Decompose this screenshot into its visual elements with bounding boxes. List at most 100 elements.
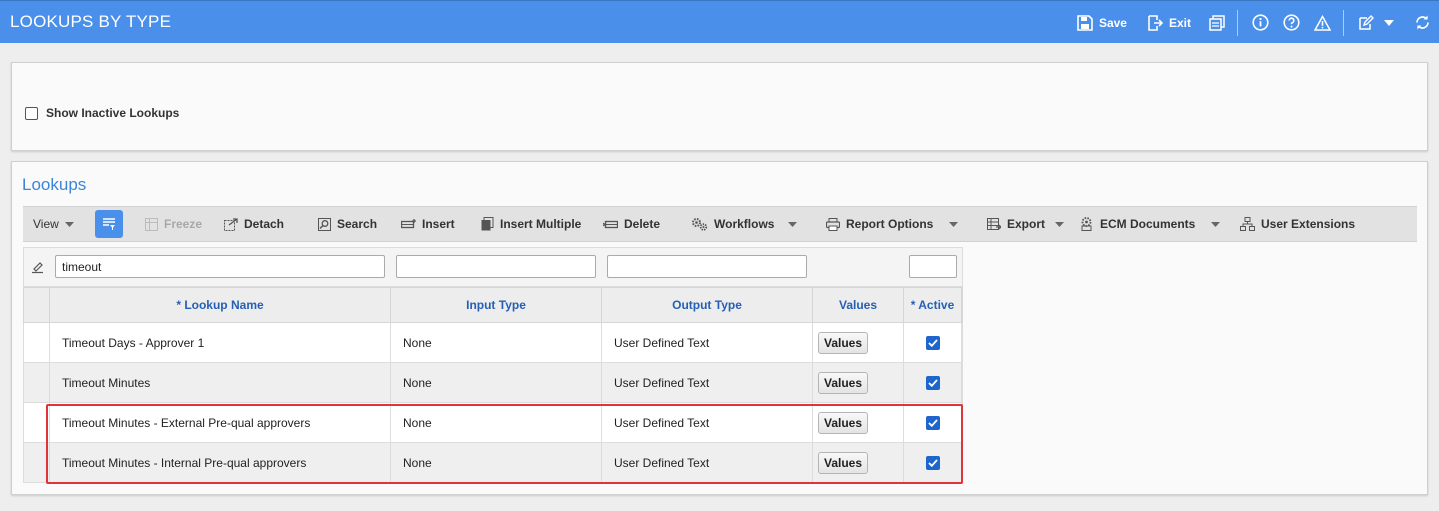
eraser-icon[interactable] — [31, 262, 44, 274]
checkmark-icon — [927, 458, 938, 467]
toolbar-divider — [1343, 9, 1344, 36]
active-cell — [903, 363, 962, 402]
output-type-filter-input[interactable] — [607, 255, 807, 278]
active-checkbox[interactable] — [925, 415, 940, 430]
table-row[interactable]: Timeout Minutes - External Pre-qual appr… — [23, 403, 963, 443]
checkmark-icon — [927, 378, 938, 387]
delete-row-icon — [603, 220, 618, 228]
values-button[interactable]: Values — [818, 411, 869, 434]
edit-icon[interactable] — [1358, 14, 1374, 31]
detach-icon — [224, 217, 238, 231]
warning-icon[interactable] — [1314, 14, 1331, 31]
user-extensions-button[interactable]: User Extensions — [1240, 207, 1355, 241]
active-cell — [903, 323, 962, 362]
lookup-name-filter-input[interactable] — [55, 255, 385, 278]
output-type-column-header[interactable]: Output Type — [601, 288, 812, 322]
info-icon[interactable] — [1252, 14, 1269, 31]
table-row[interactable]: Timeout Minutes - Internal Pre-qual appr… — [23, 443, 963, 483]
freeze-icon — [145, 217, 158, 231]
output-type-cell[interactable]: User Defined Text — [601, 323, 812, 362]
ecm-documents-icon — [1081, 217, 1092, 231]
insert-multiple-label: Insert Multiple — [500, 217, 582, 231]
lookup-name-cell[interactable]: Timeout Minutes - Internal Pre-qual appr… — [49, 443, 390, 482]
search-icon — [318, 217, 331, 231]
view-label: View — [33, 217, 59, 231]
floppy-disk-icon — [1077, 14, 1093, 31]
chevron-down-icon — [1055, 221, 1065, 227]
active-checkbox[interactable] — [925, 375, 940, 390]
chevron-down-icon — [64, 221, 74, 227]
values-button[interactable]: Values — [818, 371, 869, 394]
insert-label: Insert — [422, 217, 455, 231]
values-button[interactable]: Values — [818, 451, 869, 474]
input-type-filter-input[interactable] — [396, 255, 596, 278]
values-cell: Values — [812, 403, 903, 442]
active-checkbox[interactable] — [925, 335, 940, 350]
lookup-name-cell[interactable]: Timeout Days - Approver 1 — [49, 323, 390, 362]
grid-toolbar: View Freeze Detach Search Insert Insert … — [23, 206, 1417, 242]
copy-icon[interactable] — [1209, 14, 1225, 31]
values-button[interactable]: Values — [818, 331, 869, 354]
detach-button[interactable]: Detach — [224, 207, 284, 241]
view-menu[interactable]: View — [33, 207, 80, 241]
title-bar: LOOKUPS BY TYPE Save Exit — [0, 0, 1439, 43]
user-extensions-label: User Extensions — [1261, 217, 1356, 231]
filter-row — [23, 247, 963, 287]
active-column-header[interactable]: * Active — [903, 288, 962, 322]
output-type-cell[interactable]: User Defined Text — [601, 403, 812, 442]
insert-button[interactable]: Insert — [401, 207, 455, 241]
freeze-button[interactable]: Freeze — [145, 207, 202, 241]
refresh-icon[interactable] — [1414, 14, 1431, 31]
detach-label: Detach — [244, 217, 285, 231]
lookup-name-cell[interactable]: Timeout Minutes — [49, 363, 390, 402]
save-button[interactable]: Save — [1077, 14, 1127, 31]
values-column-header[interactable]: Values — [812, 288, 903, 322]
lookup-name-cell[interactable]: Timeout Minutes - External Pre-qual appr… — [49, 403, 390, 442]
checkbox-box[interactable] — [25, 106, 38, 120]
exit-icon — [1148, 14, 1163, 31]
input-type-cell[interactable]: None — [390, 323, 601, 362]
insert-multiple-button[interactable]: Insert Multiple — [481, 207, 581, 241]
freeze-label: Freeze — [164, 217, 203, 231]
input-type-cell[interactable]: None — [390, 443, 601, 482]
lookups-title: Lookups — [22, 175, 87, 194]
chevron-down-icon — [788, 221, 798, 227]
input-type-cell[interactable]: None — [390, 363, 601, 402]
show-inactive-lookups-checkbox[interactable]: Show Inactive Lookups — [25, 106, 179, 120]
active-filter-input[interactable] — [909, 255, 957, 278]
output-type-cell[interactable]: User Defined Text — [601, 443, 812, 482]
input-type-column-header[interactable]: Input Type — [390, 288, 601, 322]
search-button[interactable]: Search — [318, 207, 377, 241]
show-inactive-lookups-label: Show Inactive Lookups — [46, 106, 180, 120]
workflows-label: Workflows — [714, 217, 775, 231]
checkmark-icon — [927, 338, 938, 347]
hierarchy-icon — [1240, 217, 1255, 231]
ecm-documents-menu[interactable]: ECM Documents — [1079, 207, 1226, 241]
save-label: Save — [1098, 15, 1127, 30]
delete-button[interactable]: Delete — [603, 207, 660, 241]
search-label: Search — [337, 217, 378, 231]
report-options-menu[interactable]: Report Options — [826, 207, 964, 241]
exit-label: Exit — [1168, 15, 1191, 30]
insert-row-icon — [401, 218, 416, 228]
page-title: LOOKUPS BY TYPE — [10, 12, 172, 31]
export-label: Export — [1007, 217, 1046, 231]
active-checkbox[interactable] — [925, 455, 940, 470]
delete-label: Delete — [624, 217, 661, 231]
lookup-name-column-header[interactable]: * Lookup Name — [49, 288, 390, 322]
table-row[interactable]: Timeout Minutes None User Defined Text V… — [23, 363, 963, 403]
table-row[interactable]: Timeout Days - Approver 1 None User Defi… — [23, 323, 963, 363]
export-table-icon — [987, 217, 1001, 230]
export-menu[interactable]: Export — [987, 207, 1070, 241]
filter-toggle-button[interactable] — [95, 210, 123, 238]
lookups-panel: Lookups View Freeze Detach Search Insert… — [11, 161, 1428, 495]
exit-button[interactable]: Exit — [1147, 14, 1191, 31]
printer-icon — [826, 217, 840, 231]
input-type-cell[interactable]: None — [390, 403, 601, 442]
help-icon[interactable] — [1283, 14, 1300, 31]
chevron-down-icon[interactable] — [1384, 19, 1394, 26]
output-type-cell[interactable]: User Defined Text — [601, 363, 812, 402]
workflows-menu[interactable]: Workflows — [691, 207, 803, 241]
grid-header-row: * Lookup Name Input Type Output Type Val… — [23, 287, 963, 323]
toolbar-divider — [1237, 9, 1238, 36]
